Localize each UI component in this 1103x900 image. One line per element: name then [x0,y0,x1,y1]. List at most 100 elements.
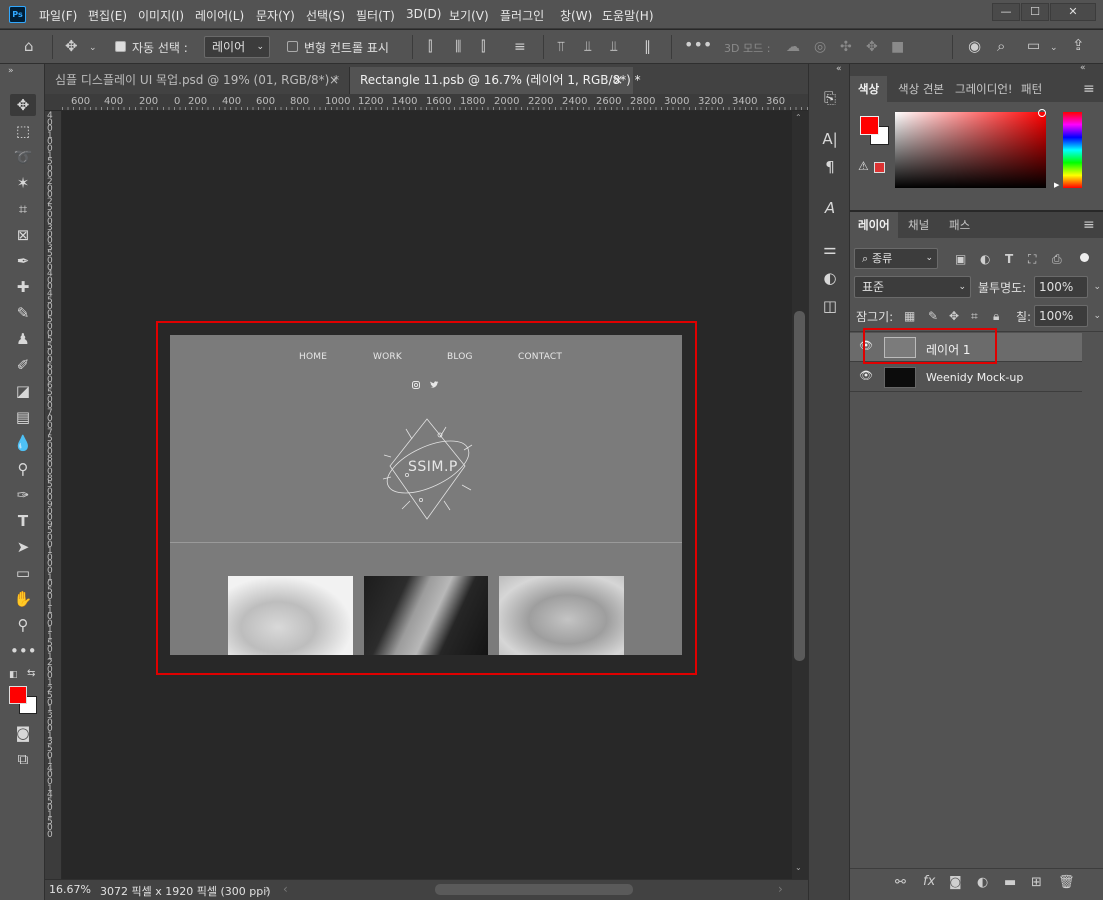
menu-edit[interactable]: 편집(E) [88,7,127,24]
layer-filter-dropdown[interactable]: ⌕ 종류 ⌄ [854,248,938,269]
paragraph-panel-icon[interactable]: ¶ [818,156,842,178]
lock-transparent-icon[interactable]: ▦ [904,309,915,323]
marquee-tool-icon[interactable]: ⬚ [10,120,36,142]
glyphs-panel-icon[interactable]: A [818,197,842,219]
account-icon[interactable]: ◉ [968,39,981,54]
link-icon[interactable]: ⚯ [895,876,906,890]
crop-tool-icon[interactable]: ⌗ [10,198,36,220]
eye-icon[interactable]: 👁︎ [859,369,873,382]
brush-tool-icon[interactable]: ✎ [10,302,36,324]
libraries-panel-icon[interactable]: ◫ [818,295,842,317]
magic-wand-icon[interactable]: ✶ [10,172,36,194]
foreground-color-swatch[interactable] [860,116,879,135]
character-panel-icon[interactable]: A| [818,128,842,150]
chevron-down-icon[interactable]: ⌄ [1050,41,1058,55]
type-filter-icon[interactable]: T [1005,252,1013,266]
gamut-warning-icon[interactable]: ⚠ [858,159,869,173]
share-icon[interactable]: ⇪ [1072,38,1085,53]
more-options-icon[interactable]: ••• [684,37,712,53]
fill-field[interactable]: 100% ⌄ [1034,305,1101,327]
menu-3d[interactable]: 3D(D) [406,7,441,21]
lock-artboard-icon[interactable]: ⌗ [971,309,978,323]
stamp-tool-icon[interactable]: ♟ [10,328,36,350]
screen-mode-icon[interactable]: ⧉ [10,748,36,770]
history-panel-icon[interactable]: ⎘ [818,87,842,109]
menu-image[interactable]: 이미지(I) [138,7,184,24]
zoom-level[interactable]: 16.67% [49,883,91,896]
minimize-button[interactable]: — [992,3,1020,21]
smart-object-filter-icon[interactable]: ⎙ [1052,252,1062,266]
transform-controls-checkbox[interactable] [287,41,298,52]
quick-mask-icon[interactable]: ◙ [10,722,36,744]
tab-paths[interactable]: 패스 [941,212,978,238]
scroll-down-icon[interactable]: ⌄ [795,863,802,872]
distribute-icon[interactable]: ≡ [514,40,526,54]
tab-rectangle-11[interactable]: Rectangle 11.psb @ 16.7% (레이어 1, RGB/8*)… [350,67,641,94]
layer-name[interactable]: Weenidy Mock-up [926,371,1023,384]
home-icon[interactable]: ⌂ [24,39,34,54]
menu-select[interactable]: 선택(S) [306,7,345,24]
vertical-scrollbar[interactable]: ⌃ ⌄ [792,111,808,879]
lock-all-icon[interactable]: 🔒︎ [993,309,999,323]
adjustment-filter-icon[interactable]: ◐ [980,252,990,266]
info-arrow[interactable]: › [265,882,270,896]
tab-layers[interactable]: 레이어 [850,212,898,238]
auto-select-checkbox[interactable] [115,41,126,52]
shape-filter-icon[interactable]: ⛶ [1028,252,1036,266]
trash-icon[interactable]: 🗑︎ [1058,876,1075,890]
path-selection-icon[interactable]: ➤ [10,536,36,558]
menu-type[interactable]: 문자(Y) [256,7,295,24]
chevron-down-icon[interactable]: ⌄ [89,41,97,55]
blur-tool-icon[interactable]: 💧 [10,432,36,454]
history-brush-icon[interactable]: ✐ [10,354,36,376]
tab-patterns[interactable]: 패턴 [1013,76,1050,102]
hue-slider[interactable] [1063,112,1082,188]
tab-simple-display[interactable]: 심플 디스플레이 UI 목업.psd @ 19% (01, RGB/8*) * … [45,67,350,94]
folder-icon[interactable]: ▬ [1004,876,1016,890]
adjustment-icon[interactable]: ◐ [977,876,988,890]
search-icon[interactable]: ⌕ [997,39,1005,54]
align-left-icon[interactable]: ⫿ [428,40,432,54]
align-center-icon[interactable]: ⫼ [455,40,461,54]
scroll-up-icon[interactable]: ⌃ [795,113,802,122]
lasso-tool-icon[interactable]: ➰ [10,146,36,168]
3d-pan-icon[interactable]: ✣ [840,40,852,54]
pen-tool-icon[interactable]: ✑ [10,484,36,506]
lock-position-icon[interactable]: ✥ [949,309,959,323]
gradient-tool-icon[interactable]: ▤ [10,406,36,428]
collapse-icon[interactable]: » [8,66,14,76]
fx-icon[interactable]: fx [923,875,935,889]
align-middle-icon[interactable]: ⫫ [584,40,592,54]
close-icon[interactable]: × [329,67,339,94]
menu-view[interactable]: 보기(V) [449,7,489,24]
horizontal-scroll-thumb[interactable] [435,884,633,895]
scroll-left-icon[interactable]: ‹ [283,882,288,896]
workspace-icon[interactable]: ▭ [1027,39,1040,53]
default-colors-icon[interactable]: ◧ [9,670,18,680]
frame-tool-icon[interactable]: ⊠ [10,224,36,246]
collapse-icon[interactable]: « [1080,63,1086,73]
panel-menu-icon[interactable]: ≡ [1083,217,1095,233]
layer-row-2[interactable]: 👁︎ Weenidy Mock-up [850,363,1082,392]
3d-roll-icon[interactable]: ◎ [814,40,826,54]
gamut-color-swatch[interactable] [874,162,885,173]
foreground-color-swatch[interactable] [9,686,27,704]
pixel-filter-icon[interactable]: ▣ [955,252,966,266]
mask-icon[interactable]: ◙ [949,876,962,890]
dodge-tool-icon[interactable]: ⚲ [10,458,36,480]
properties-panel-icon[interactable]: ⚌ [818,238,842,260]
move-tool-icon[interactable]: ✥ [10,94,36,116]
filter-toggle-icon[interactable] [1080,253,1089,262]
menu-filter[interactable]: 필터(T) [356,7,395,24]
lock-pixels-icon[interactable]: ✎ [928,309,938,323]
align-bottom-icon[interactable]: ⫫ [610,40,618,54]
blend-mode-dropdown[interactable]: 표준 ⌄ [854,276,971,298]
menu-help[interactable]: 도움말(H) [602,7,654,24]
maximize-button[interactable]: ☐ [1021,3,1049,21]
menu-window[interactable]: 창(W) [560,7,592,24]
new-layer-icon[interactable]: ⊞ [1031,876,1042,890]
vertical-scroll-thumb[interactable] [794,311,805,661]
3d-camera-icon[interactable]: ■ [891,40,904,54]
adjustments-panel-icon[interactable]: ◐ [818,267,842,289]
color-picker-handle[interactable] [1038,109,1046,117]
